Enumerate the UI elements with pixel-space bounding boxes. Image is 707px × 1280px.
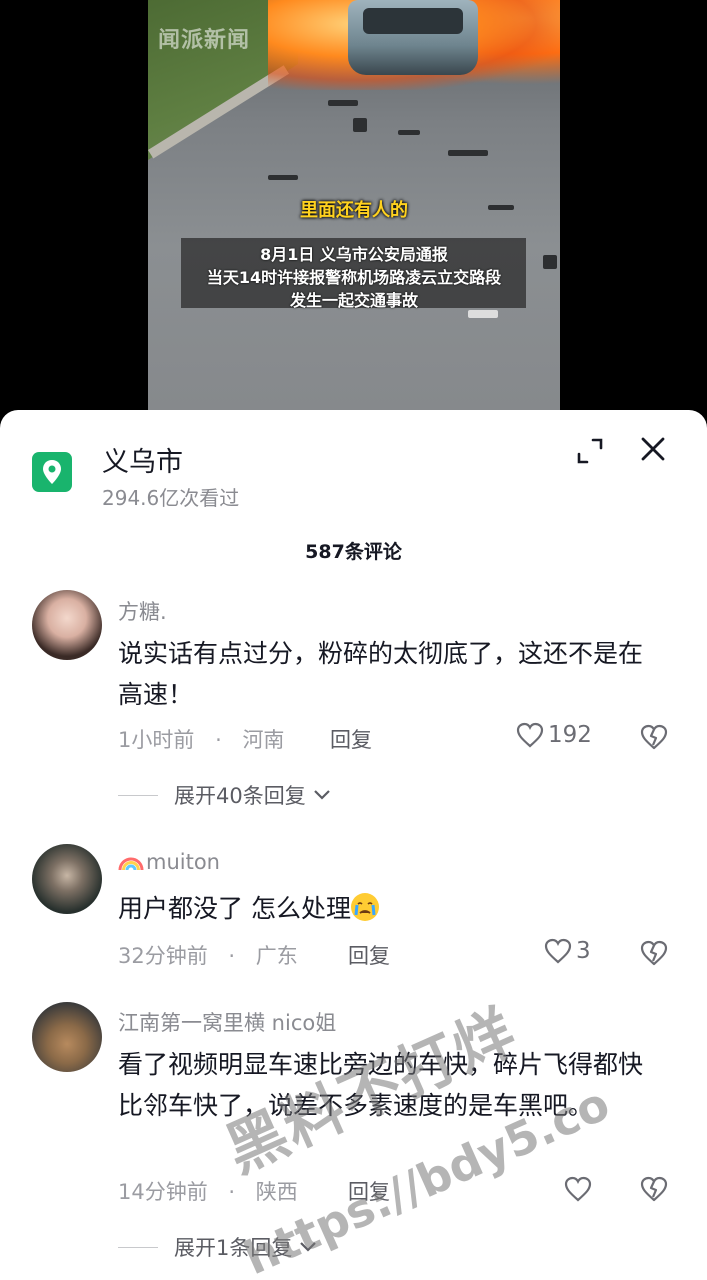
comment-time: 1小时前 <box>118 728 195 752</box>
comment-username[interactable]: 方糖. <box>118 596 167 626</box>
comment-location: 广东 <box>255 944 298 968</box>
subtitle-line: 8月1日 义乌市公安局通报 <box>260 245 448 264</box>
comment-username[interactable]: 江南第一窝里横 nico姐 <box>118 1007 336 1037</box>
subtitle-line: 发生一起交通事故 <box>289 291 418 310</box>
divider-line <box>118 1246 158 1248</box>
like-button[interactable]: 3 <box>544 938 591 964</box>
comment-text[interactable]: 用户都没了 怎么处理 <box>118 888 658 929</box>
dislike-icon[interactable] <box>640 724 668 754</box>
subtitle-highlight: 里面还有人的 <box>300 200 408 221</box>
location-title[interactable]: 义乌市 <box>102 440 183 479</box>
reply-button[interactable]: 回复 <box>348 940 390 970</box>
location-view-count: 294.6亿次看过 <box>102 486 240 510</box>
comment-text-body: 用户都没了 怎么处理 <box>118 894 351 923</box>
debris <box>268 175 298 180</box>
debris <box>328 100 358 106</box>
crying-emoji-icon <box>350 893 379 921</box>
fullscreen-icon[interactable] <box>575 436 605 466</box>
chevron-down-icon <box>313 790 330 800</box>
divider-line <box>118 794 158 796</box>
meta-separator: · <box>228 944 236 968</box>
debris <box>448 150 488 156</box>
comment-username-text: muiton <box>146 850 220 874</box>
comment-text[interactable]: 说实话有点过分，粉碎的太彻底了，这还不是在高速！ <box>118 633 658 715</box>
comment-count: 587条评论 <box>305 541 402 563</box>
comment-meta: 1小时前 · 河南 <box>118 724 284 754</box>
heart-icon <box>544 938 572 964</box>
location-pin-icon[interactable] <box>32 452 72 492</box>
meta-separator: · <box>228 1180 236 1204</box>
like-button[interactable]: 192 <box>516 722 592 748</box>
comment-time: 14分钟前 <box>118 1180 208 1204</box>
comment-meta: 32分钟前 · 广东 <box>118 940 298 970</box>
like-count: 3 <box>576 938 591 964</box>
video-player[interactable]: 闻派新闻 里面还有人的 8月1日 义乌市公安局通报 当天14时许接报警称机场路凌… <box>0 0 707 420</box>
video-frame[interactable]: 闻派新闻 里面还有人的 8月1日 义乌市公安局通报 当天14时许接报警称机场路凌… <box>148 0 560 410</box>
debris <box>398 130 420 135</box>
debris <box>353 118 367 132</box>
reply-button[interactable]: 回复 <box>330 724 372 754</box>
comment-meta: 14分钟前 · 陕西 <box>118 1176 298 1206</box>
meta-separator: · <box>215 728 222 752</box>
subtitle-line: 当天14时许接报警称机场路凌云立交路段 <box>206 268 502 287</box>
heart-icon <box>564 1176 592 1202</box>
avatar[interactable] <box>32 590 102 660</box>
comment-time: 32分钟前 <box>118 944 208 968</box>
channel-watermark: 闻派新闻 <box>158 28 251 53</box>
comment-username[interactable]: muiton <box>118 850 220 874</box>
like-count: 192 <box>548 722 592 748</box>
comment-location: 河南 <box>242 728 285 752</box>
debris <box>468 310 498 318</box>
expand-replies-button[interactable]: 展开40条回复 <box>118 780 332 810</box>
dislike-icon[interactable] <box>640 1176 668 1206</box>
like-button[interactable] <box>564 1176 596 1202</box>
car-window <box>363 8 463 34</box>
heart-icon <box>516 722 544 748</box>
comment-sheet: 义乌市 294.6亿次看过 587条评论 方糖. 说实话有点过分，粉碎的太彻底了… <box>0 410 707 1280</box>
expand-replies-label: 展开40条回复 <box>174 784 306 808</box>
avatar[interactable] <box>32 1002 102 1072</box>
rainbow-emoji-icon <box>118 857 144 871</box>
dislike-icon[interactable] <box>640 940 668 970</box>
close-icon[interactable] <box>638 434 668 464</box>
avatar[interactable] <box>32 844 102 914</box>
